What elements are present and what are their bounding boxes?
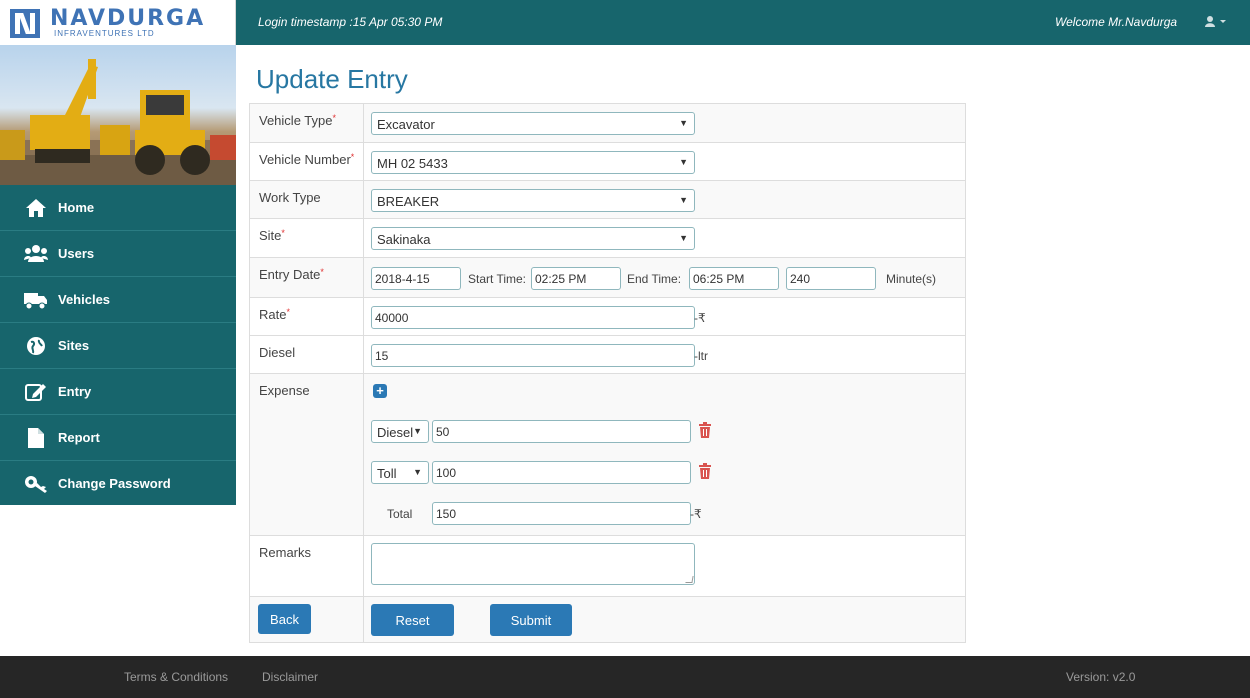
work-type-select[interactable]: BREAKER ▼ <box>371 189 695 212</box>
site-label: Site* <box>250 219 364 257</box>
diesel-input[interactable]: 15 <box>371 344 695 367</box>
entry-date-input[interactable]: 2018-4-15 <box>371 267 461 290</box>
start-time-label: Start Time: <box>468 272 527 286</box>
version-text: Version: v2.0 <box>1066 670 1136 684</box>
rate-unit: -₹ <box>694 311 706 325</box>
sidebar-item-change-password[interactable]: Change Password <box>0 461 236 507</box>
sidebar-item-label: Home <box>58 200 95 215</box>
form-row-entry-date: Entry Date* 2018-4-15 Start Time: 02:25 … <box>250 258 965 298</box>
login-timestamp: Login timestamp :15 Apr 05:30 PM <box>258 15 443 29</box>
entry-date-label: Entry Date* <box>250 258 364 297</box>
add-expense-button[interactable]: + <box>373 384 387 398</box>
sidebar-item-users[interactable]: Users <box>0 231 236 277</box>
vehicle-type-label: Vehicle Type* <box>250 104 364 142</box>
sidebar-item-home[interactable]: Home <box>0 185 236 231</box>
dropdown-arrow-icon: ▼ <box>679 195 688 205</box>
rate-label: Rate* <box>250 298 364 335</box>
rate-input[interactable]: 40000 <box>371 306 695 329</box>
end-time-label: End Time: <box>627 272 682 286</box>
work-type-label: Work Type <box>250 181 364 218</box>
submit-button[interactable]: Submit <box>490 604 572 636</box>
expense-amount-input[interactable]: 50 <box>432 420 691 443</box>
expense-type-select[interactable]: Toll ▼ <box>371 461 429 484</box>
sidebar-item-label: Vehicles <box>58 292 111 307</box>
remarks-label: Remarks <box>250 536 364 596</box>
sidebar-item-label: Users <box>58 246 95 261</box>
logo-mark-icon <box>10 9 40 38</box>
back-button[interactable]: Back <box>258 604 311 634</box>
sidebar-item-entry[interactable]: Entry <box>0 369 236 415</box>
logo-name: NAVDURGA <box>50 6 206 31</box>
minutes-input[interactable]: 240 <box>786 267 876 290</box>
logo-subtitle: INFRAVENTURES LTD <box>54 29 155 38</box>
globe-icon <box>24 335 48 357</box>
top-bar: NAVDURGA INFRAVENTURES LTD Login timesta… <box>0 0 1250 45</box>
site-select[interactable]: Sakinaka ▼ <box>371 227 695 250</box>
sidebar-item-label: Report <box>58 430 100 445</box>
vehicle-type-select[interactable]: Excavator ▼ <box>371 112 695 135</box>
diesel-unit: -ltr <box>694 349 708 363</box>
form-row-actions: Back Reset Submit <box>250 597 965 642</box>
update-entry-form: Vehicle Type* Excavator ▼ Vehicle Number*… <box>249 103 966 643</box>
total-unit: -₹ <box>690 507 702 521</box>
form-row-remarks: Remarks <box>250 536 965 597</box>
minutes-unit-label: Minute(s) <box>886 272 937 286</box>
dropdown-arrow-icon: ▼ <box>413 426 422 436</box>
page-title: Update Entry <box>256 64 408 94</box>
company-logo[interactable]: NAVDURGA INFRAVENTURES LTD <box>0 0 236 45</box>
start-time-input[interactable]: 02:25 PM <box>531 267 621 290</box>
form-row-site: Site* Sakinaka ▼ <box>250 219 965 258</box>
terms-link[interactable]: Terms & Conditions <box>124 670 228 684</box>
vehicle-number-select[interactable]: MH 02 5433 ▼ <box>371 151 695 174</box>
construction-equipment-image <box>0 45 236 185</box>
sidebar-empty-area <box>0 505 236 656</box>
sidebar-item-vehicles[interactable]: Vehicles <box>0 277 236 323</box>
delete-expense-icon[interactable] <box>698 422 712 438</box>
dropdown-arrow-icon: ▼ <box>679 118 688 128</box>
dropdown-arrow-icon: ▼ <box>679 233 688 243</box>
dropdown-arrow-icon: ▼ <box>679 157 688 167</box>
sidebar-item-sites[interactable]: Sites <box>0 323 236 369</box>
home-icon <box>24 197 48 219</box>
truck-icon <box>24 289 48 311</box>
expense-total-input: 150 <box>432 502 691 525</box>
diesel-label: Diesel <box>250 336 364 373</box>
form-row-expense: Expense + Diesel ▼ 50 Toll ▼ 100 Total 150… <box>250 374 965 536</box>
vehicle-number-label: Vehicle Number* <box>250 143 364 180</box>
welcome-text: Welcome Mr.Navdurga <box>1055 15 1178 29</box>
expense-type-select[interactable]: Diesel ▼ <box>371 420 429 443</box>
footer: Terms & Conditions Disclaimer Version: v… <box>0 656 1250 698</box>
form-row-vehicle-number: Vehicle Number* MH 02 5433 ▼ <box>250 143 965 181</box>
sidebar-item-label: Entry <box>58 384 92 399</box>
edit-icon <box>24 381 48 403</box>
key-icon <box>24 473 48 495</box>
end-time-input[interactable]: 06:25 PM <box>689 267 779 290</box>
user-menu-icon[interactable] <box>1205 14 1227 30</box>
form-row-vehicle-type: Vehicle Type* Excavator ▼ <box>250 104 965 143</box>
dropdown-arrow-icon: ▼ <box>413 467 422 477</box>
resize-handle-icon[interactable] <box>685 576 694 583</box>
remarks-textarea[interactable] <box>371 543 695 585</box>
expense-label: Expense <box>250 374 364 535</box>
disclaimer-link[interactable]: Disclaimer <box>262 670 318 684</box>
sidebar-nav: Home Users Vehicles Sites Entry Report C… <box>0 185 236 507</box>
file-icon <box>24 427 48 449</box>
users-icon <box>24 243 48 265</box>
form-row-rate: Rate* 40000 -₹ <box>250 298 965 336</box>
form-row-diesel: Diesel 15 -ltr <box>250 336 965 374</box>
sidebar-item-report[interactable]: Report <box>0 415 236 461</box>
expense-amount-input[interactable]: 100 <box>432 461 691 484</box>
sidebar-item-label: Sites <box>58 338 90 353</box>
delete-expense-icon[interactable] <box>698 463 712 479</box>
sidebar-item-label: Change Password <box>58 476 171 491</box>
reset-button[interactable]: Reset <box>371 604 454 636</box>
total-label: Total <box>387 507 413 521</box>
form-row-work-type: Work Type BREAKER ▼ <box>250 181 965 219</box>
